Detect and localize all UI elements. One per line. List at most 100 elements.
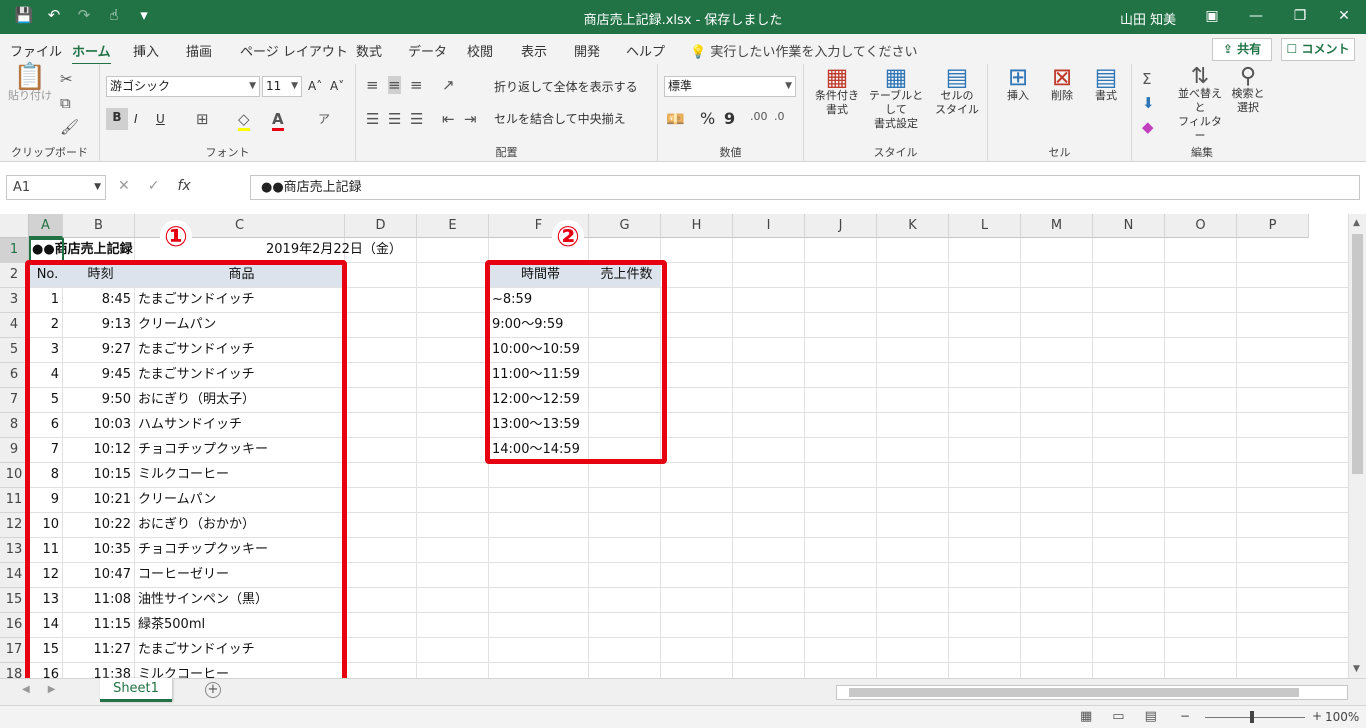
tab-data[interactable]: データ [408,41,447,60]
page-layout-view-icon[interactable]: ▭ [1112,709,1124,724]
column-header[interactable]: P [1237,214,1309,238]
tab-review[interactable]: 校閲 [467,41,493,60]
align-top-icon[interactable]: ≡ [366,76,379,94]
formula-input[interactable]: ●●商店売上記録 [250,175,1360,200]
close-button[interactable]: ✕ [1322,4,1366,28]
column-header[interactable]: E [417,214,489,238]
column-header[interactable]: A [29,214,63,238]
insert-cells-button[interactable]: ⊞ 挿入 [998,65,1038,103]
tell-me-search[interactable]: 💡 実行したい作業を入力してください [690,41,918,60]
align-middle-icon[interactable]: ≡ [388,76,401,94]
zoom-slider-knob[interactable] [1250,711,1254,723]
tab-home[interactable]: ホーム [72,41,111,66]
column-header[interactable]: I [733,214,805,238]
decrease-indent-icon[interactable]: ⇤ [442,110,455,128]
scroll-down-icon[interactable]: ▼ [1353,664,1360,674]
user-name[interactable]: 山田 知美 [1120,9,1176,28]
zoom-out-button[interactable]: − [1180,709,1190,723]
number-format-combo[interactable]: 標準 ▼ [664,76,796,97]
tab-insert[interactable]: 挿入 [133,41,159,60]
paste-button[interactable]: 📋 貼り付け [8,64,52,103]
delete-cells-button[interactable]: ⊠ 削除 [1042,65,1082,103]
horizontal-scrollbar[interactable] [836,685,1348,700]
column-header[interactable]: G [589,214,661,238]
format-cells-button[interactable]: ▤ 書式 [1086,65,1126,103]
normal-view-icon[interactable]: ▦ [1080,709,1092,724]
find-select-button[interactable]: ⚲ 検索と 選択 [1228,66,1268,115]
shrink-font-button[interactable]: A˅ [330,77,344,95]
align-center-icon[interactable]: ☰ [388,110,401,128]
phonetic-icon[interactable]: ア [318,110,330,127]
share-button[interactable]: ⇪ 共有 [1212,38,1272,61]
column-header[interactable]: J [805,214,877,238]
comma-button[interactable]: 9 [724,110,735,128]
cell-styles-button[interactable]: ▤ セルの スタイル [930,65,984,117]
add-sheet-button[interactable]: + [205,682,221,698]
sort-filter-button[interactable]: ⇅ 並べ替えと フィルター [1174,66,1226,143]
borders-icon[interactable]: ⊞ [196,110,209,128]
cancel-icon[interactable]: ✕ [118,178,130,194]
name-box[interactable]: A1 ▼ [6,175,106,200]
column-header[interactable]: B [63,214,135,238]
column-header[interactable]: D [345,214,417,238]
worksheet-grid[interactable]: ABCDEFGHIJKLMNOP 1 2 3 4 5 6 7 8 9 10 11 12 13 14 15 16… [0,214,1348,678]
enter-icon[interactable]: ✓ [148,178,160,194]
minimize-button[interactable]: — [1234,4,1278,28]
format-painter-icon[interactable]: 🖌 [60,118,79,136]
align-bottom-icon[interactable]: ≡ [410,76,423,94]
format-as-table-button[interactable]: ▦ テーブルとして 書式設定 [864,65,928,131]
select-all-corner[interactable] [0,214,29,238]
currency-icon[interactable]: 💴 [666,110,685,128]
cut-icon[interactable]: ✂ [60,70,73,88]
row-header[interactable]: 1 [0,238,29,263]
zoom-slider[interactable] [1205,717,1305,718]
tab-file[interactable]: ファイル [10,41,62,60]
insert-function-icon[interactable]: fx [177,178,190,194]
decrease-decimal-icon[interactable]: .0 [774,110,785,123]
tab-formulas[interactable]: 数式 [356,41,382,60]
grow-font-button[interactable]: A˄ [308,77,322,95]
column-header[interactable]: K [877,214,949,238]
font-size-combo[interactable]: 11 ▼ [262,76,302,97]
zoom-in-button[interactable]: + [1312,709,1322,723]
italic-button[interactable]: I [134,110,138,128]
increase-indent-icon[interactable]: ⇥ [464,110,477,128]
align-left-icon[interactable]: ☰ [366,110,379,128]
scroll-up-icon[interactable]: ▲ [1353,218,1360,228]
ribbon-display-icon[interactable]: ▣ [1190,4,1234,28]
increase-decimal-icon[interactable]: .00 [750,110,768,123]
column-header[interactable]: M [1021,214,1093,238]
zoom-level[interactable]: 100% [1325,710,1359,724]
sheet-tab[interactable]: Sheet1 [100,678,172,702]
scrollbar-thumb[interactable] [849,688,1299,697]
bold-button[interactable]: B [106,108,128,130]
fill-icon[interactable]: ⬇ [1142,94,1155,112]
tab-view[interactable]: 表示 [521,41,547,60]
tab-developer[interactable]: 開発 [574,41,600,60]
orientation-icon[interactable]: ↗ [442,76,455,94]
fill-color-icon[interactable]: ◇ [238,110,250,131]
page-break-view-icon[interactable]: ▤ [1145,709,1157,724]
autosum-icon[interactable]: Σ [1142,70,1151,88]
wrap-text-button[interactable]: 折り返して全体を表示する [494,78,638,96]
tab-help[interactable]: ヘルプ [626,41,665,60]
column-header[interactable]: O [1165,214,1237,238]
sheet-nav-icon[interactable]: ◀▶ [22,684,73,695]
scrollbar-thumb[interactable] [1352,234,1363,474]
restore-button[interactable]: ❐ [1278,4,1322,28]
font-color-icon[interactable]: A [272,110,284,131]
underline-button[interactable]: U [156,110,165,128]
font-name-combo[interactable]: 游ゴシック ▼ [106,76,260,97]
tab-page-layout[interactable]: ページ レイアウト [240,41,348,60]
merge-center-button[interactable]: セルを結合して中央揃え [494,110,626,128]
column-header[interactable]: N [1093,214,1165,238]
tab-draw[interactable]: 描画 [186,41,212,60]
vertical-scrollbar[interactable]: ▲ ▼ [1348,214,1366,678]
copy-icon[interactable]: ⧉ [60,94,71,112]
align-right-icon[interactable]: ☰ [410,110,423,128]
clear-icon[interactable]: ◆ [1142,118,1154,136]
percent-button[interactable]: % [700,110,715,128]
conditional-format-button[interactable]: ▦ 条件付き 書式 [810,65,864,117]
column-header[interactable]: L [949,214,1021,238]
comments-button[interactable]: ☐ コメント [1281,38,1355,61]
